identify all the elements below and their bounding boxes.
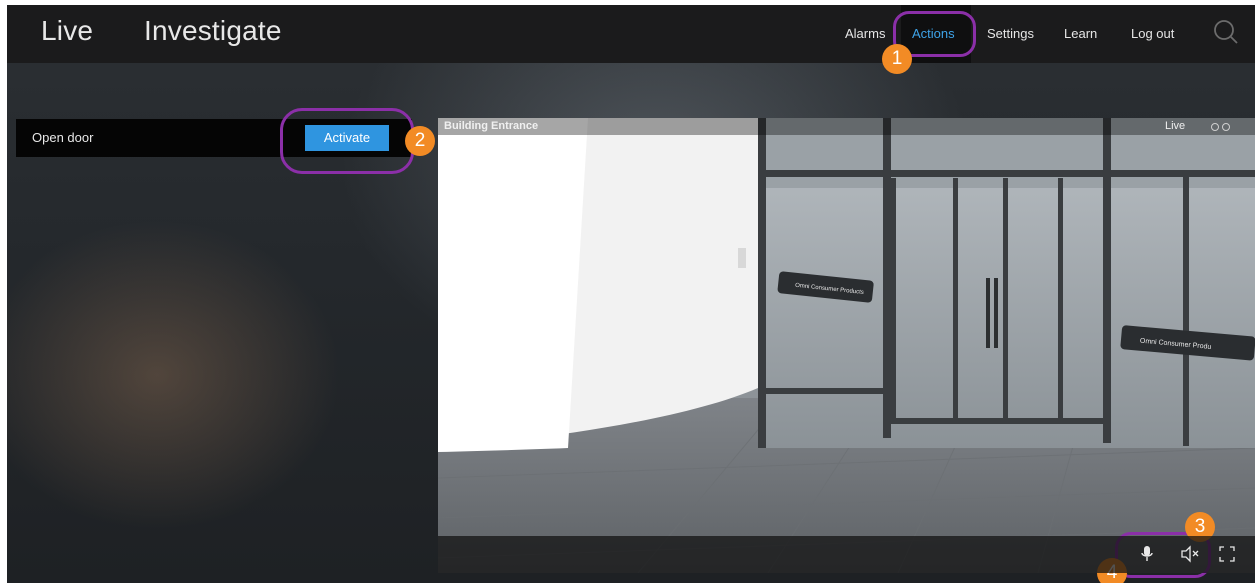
app-window: Live Investigate Alarms Actions Settings… [7,5,1255,583]
fullscreen-icon[interactable] [1215,542,1239,566]
callout-badge-1: 1 [882,44,912,74]
tab-investigate[interactable]: Investigate [144,15,282,47]
nav-alarms[interactable]: Alarms [845,26,885,41]
search-icon[interactable] [1213,19,1239,45]
camera-feed-image: Omni Consumer Products Omni Consumer Pro… [438,118,1255,573]
top-navigation-bar: Live Investigate Alarms Actions Settings… [7,5,1255,63]
camera-title: Building Entrance [444,120,539,132]
live-status: Live [1165,120,1186,132]
stream-indicator-icon [1211,123,1230,131]
nav-log-out[interactable]: Log out [1131,26,1174,41]
video-controls-bar [438,536,1255,573]
microphone-icon[interactable] [1135,542,1159,566]
callout-ring-activate [280,108,414,174]
callout-badge-2: 2 [405,126,435,156]
nav-learn[interactable]: Learn [1064,26,1097,41]
action-label: Open door [32,130,94,145]
camera-view[interactable]: Omni Consumer Products Omni Consumer Pro… [438,118,1255,573]
video-header: Building Entrance Live [438,118,1255,135]
nav-settings[interactable]: Settings [987,26,1034,41]
speaker-muted-icon[interactable] [1178,542,1202,566]
tab-live[interactable]: Live [41,15,93,47]
